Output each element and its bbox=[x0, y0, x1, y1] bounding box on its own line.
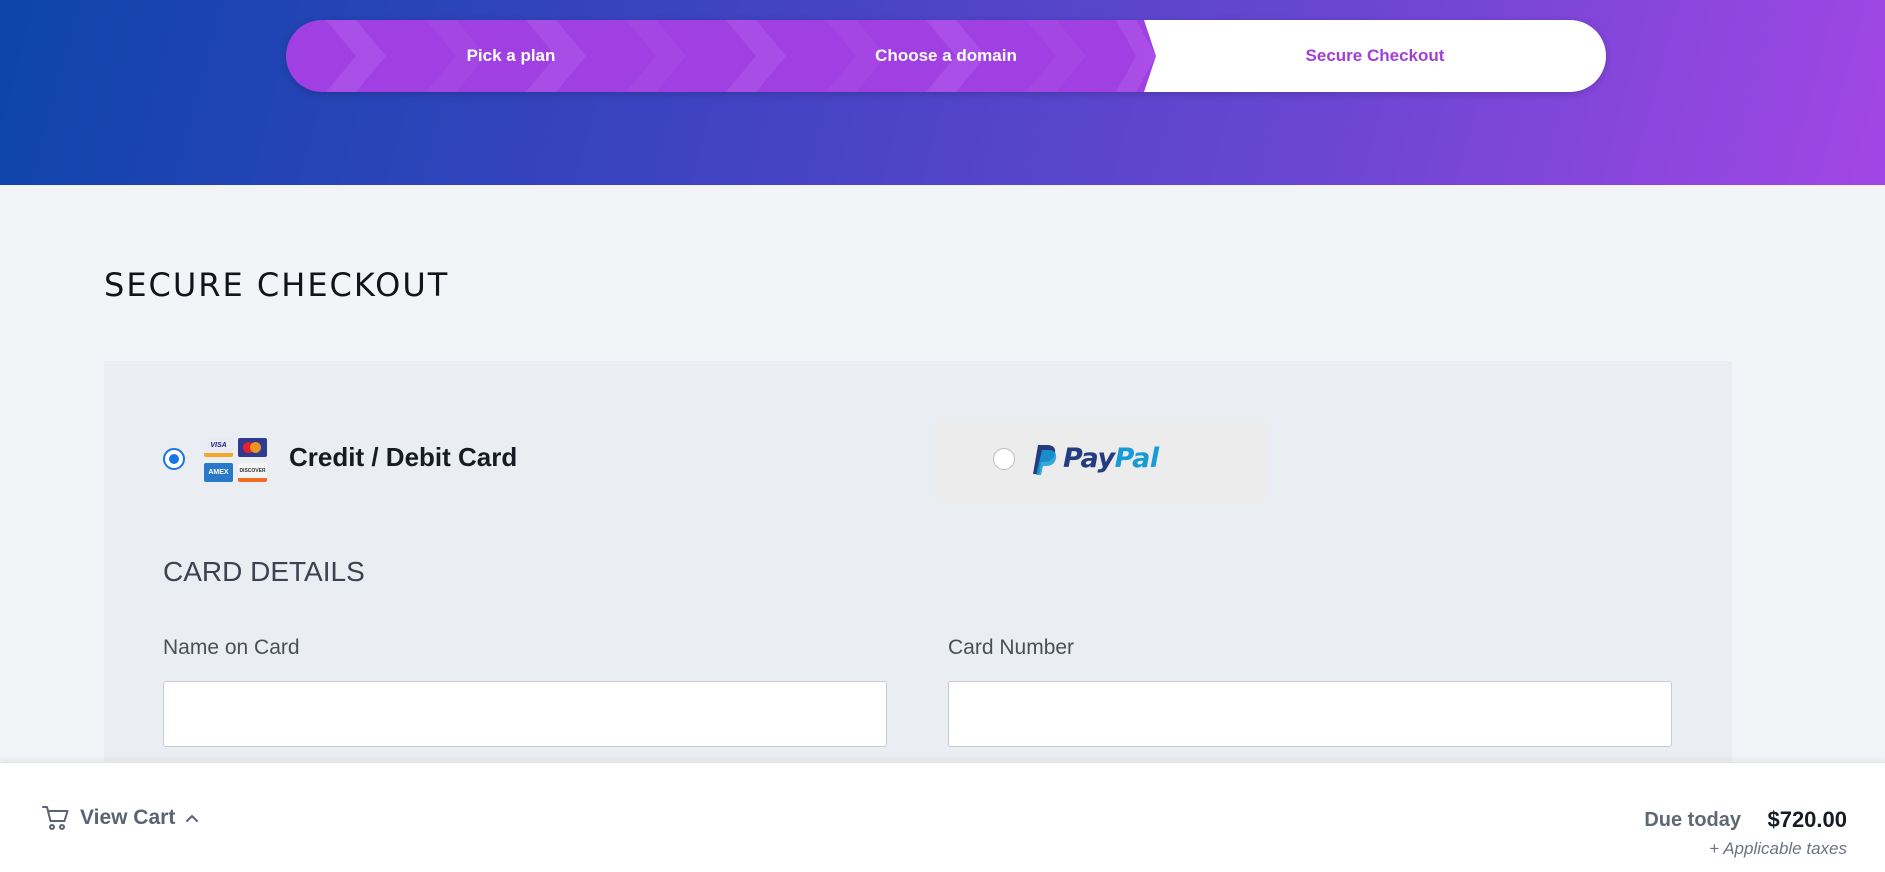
cart-footer: View Cart Due today $720.00 + Applicable… bbox=[0, 762, 1885, 872]
card-details-heading: CARD DETAILS bbox=[163, 556, 365, 587]
credit-card-option-label[interactable]: Credit / Debit Card bbox=[289, 442, 517, 473]
paypal-logo[interactable]: PayPal bbox=[1033, 443, 1173, 477]
card-brands-icon: VISA AMEX DISCOVER bbox=[204, 438, 268, 482]
card-number-input[interactable] bbox=[948, 681, 1672, 747]
cart-icon bbox=[42, 806, 69, 830]
chevron-up-icon bbox=[186, 814, 199, 822]
paypal-wordmark: PayPal bbox=[1063, 443, 1159, 474]
card-number-label: Card Number bbox=[948, 636, 1075, 659]
view-cart-label: View Cart bbox=[80, 806, 176, 829]
due-today-label: Due today bbox=[1644, 809, 1741, 831]
name-on-card-label: Name on Card bbox=[163, 636, 300, 659]
applicable-taxes-note: + Applicable taxes bbox=[1709, 839, 1847, 858]
amex-icon: AMEX bbox=[204, 463, 233, 482]
step-choose-a-domain[interactable]: Choose a domain bbox=[766, 20, 1126, 92]
page-title: SECURE CHECKOUT bbox=[104, 266, 450, 304]
name-on-card-input[interactable] bbox=[163, 681, 887, 747]
step-secure-checkout[interactable]: Secure Checkout bbox=[1144, 20, 1606, 92]
progress-stepper: Pick a plan Choose a domain Secure Check… bbox=[286, 20, 1606, 92]
checkout-header: Pick a plan Choose a domain Secure Check… bbox=[0, 0, 1885, 185]
credit-card-radio[interactable] bbox=[163, 448, 185, 470]
paypal-radio[interactable] bbox=[993, 448, 1015, 470]
mastercard-icon bbox=[238, 438, 267, 457]
paypal-pay-text: Pay bbox=[1063, 443, 1115, 474]
view-cart-button[interactable]: View Cart bbox=[42, 803, 199, 833]
step-pick-a-plan[interactable]: Pick a plan bbox=[346, 20, 676, 92]
visa-icon: VISA bbox=[204, 438, 233, 457]
paypal-icon bbox=[1033, 445, 1057, 475]
paypal-pal-text: Pal bbox=[1114, 443, 1160, 474]
discover-icon: DISCOVER bbox=[238, 463, 267, 482]
due-today-amount: $720.00 bbox=[1767, 807, 1847, 832]
